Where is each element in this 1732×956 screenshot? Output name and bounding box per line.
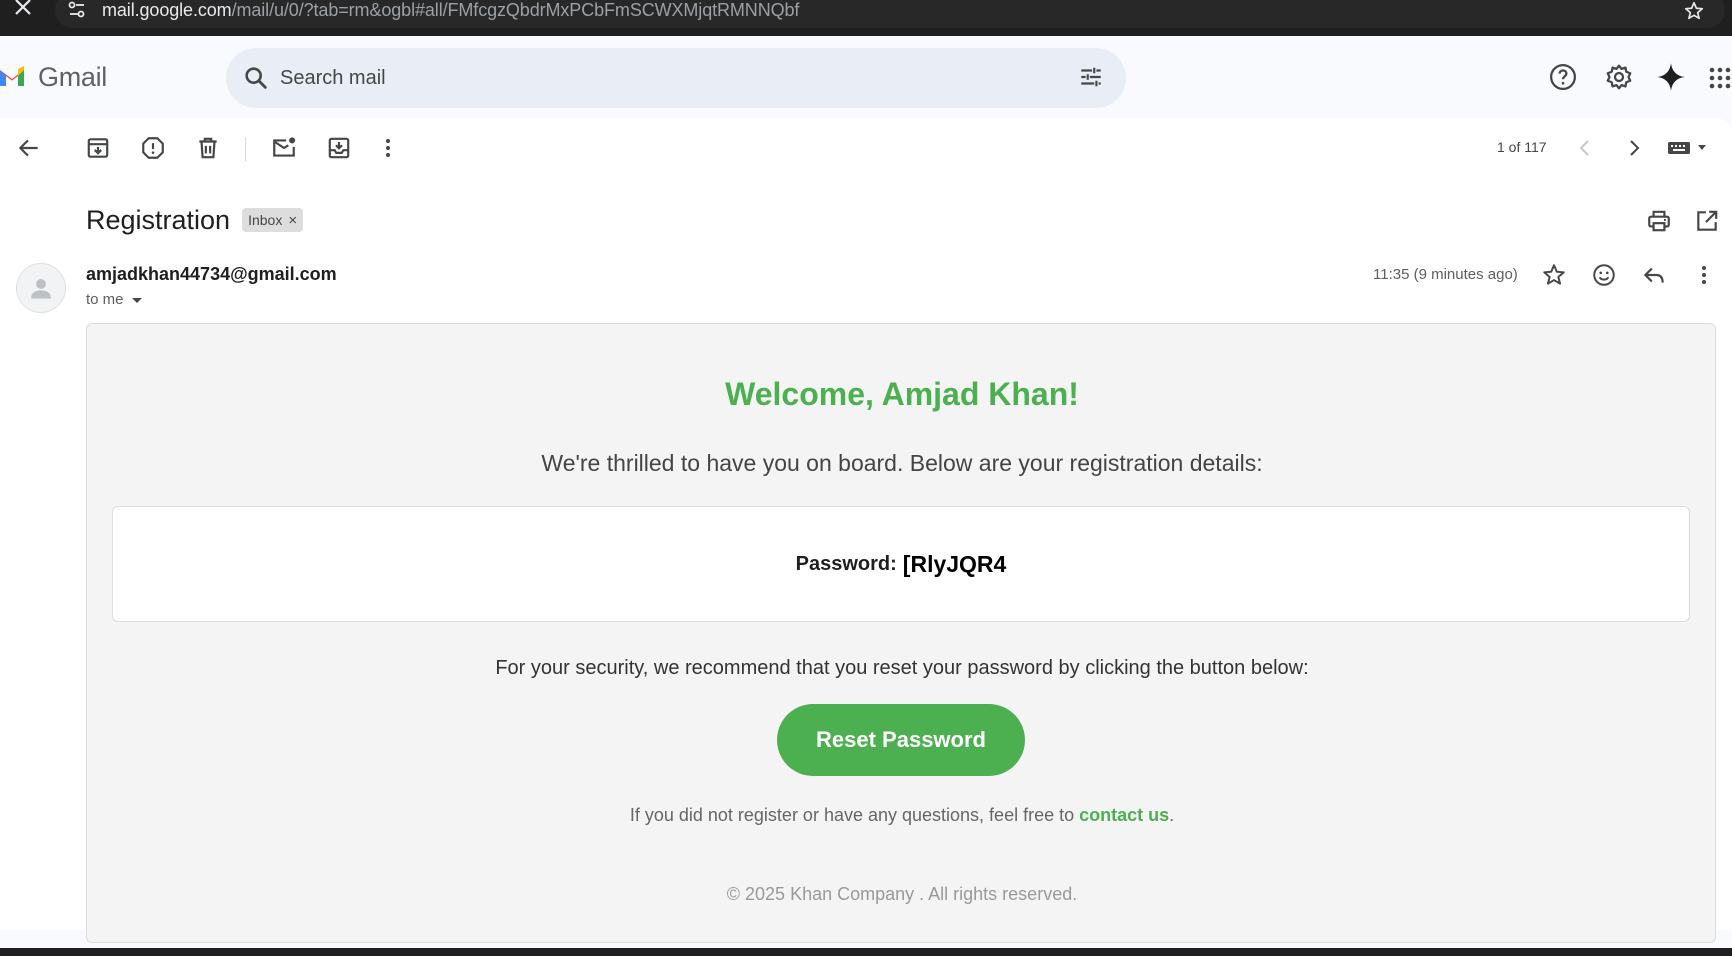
search-options-icon[interactable] bbox=[1078, 64, 1104, 90]
delete-icon[interactable] bbox=[195, 135, 221, 161]
email-body-card: Welcome, Amjad Khan! We're thrilled to h… bbox=[86, 323, 1716, 943]
contact-suffix: . bbox=[1169, 805, 1175, 825]
copyright-text: © 2025 Khan Company . All rights reserve… bbox=[726, 884, 1078, 904]
older-chevron-icon[interactable] bbox=[1622, 135, 1646, 161]
site-info-icon[interactable] bbox=[67, 0, 87, 20]
newer-chevron-icon[interactable] bbox=[1573, 135, 1597, 161]
person-icon bbox=[31, 279, 51, 299]
more-vert-icon[interactable] bbox=[376, 135, 400, 161]
print-icon[interactable] bbox=[1646, 208, 1672, 234]
email-subject: Registration bbox=[86, 204, 231, 235]
bookmark-star-icon[interactable] bbox=[1683, 0, 1705, 22]
sender-email[interactable]: amjadkhan44734@gmail.com bbox=[86, 264, 337, 285]
inbox-label-text: Inbox bbox=[248, 212, 283, 228]
message-pane: 1 of 117 Registration Inbox × amjadkhan4… bbox=[0, 118, 1732, 943]
url-host: mail.google.com bbox=[102, 0, 232, 20]
contact-prefix: If you did not register or have any ques… bbox=[629, 805, 1080, 825]
message-more-icon[interactable] bbox=[1692, 262, 1716, 288]
gmail-wordmark: Gmail bbox=[38, 61, 108, 92]
recipient-details[interactable]: to me bbox=[86, 291, 144, 308]
contact-us-link[interactable]: contact us bbox=[1079, 805, 1169, 825]
security-note: For your security, we recommend that you… bbox=[495, 657, 1309, 679]
gmail-m-icon bbox=[0, 66, 24, 88]
url-path: /mail/u/0/?tab=rm&ogbl#all/FMfcgzQbdrMxP… bbox=[231, 0, 800, 20]
search-icon[interactable] bbox=[242, 64, 270, 92]
message-timestamp: 11:35 (9 minutes ago) bbox=[1373, 266, 1518, 283]
password-label: Password: bbox=[795, 552, 897, 575]
move-to-icon[interactable] bbox=[326, 135, 352, 161]
search-bar[interactable] bbox=[226, 48, 1126, 108]
sender-avatar[interactable] bbox=[16, 263, 66, 313]
star-icon[interactable] bbox=[1541, 262, 1567, 288]
close-icon[interactable] bbox=[12, 0, 34, 20]
open-new-window-icon[interactable] bbox=[1694, 208, 1720, 234]
inbox-label-chip[interactable]: Inbox × bbox=[242, 208, 304, 232]
caret-down-icon[interactable] bbox=[130, 295, 144, 305]
gmail-logo[interactable]: Gmail bbox=[0, 62, 107, 92]
remove-label-button[interactable]: × bbox=[288, 212, 297, 229]
gmail-header: Gmail bbox=[0, 36, 1732, 118]
pagination-count: 1 of 117 bbox=[1497, 139, 1547, 155]
back-arrow-icon[interactable] bbox=[16, 135, 42, 161]
search-input[interactable] bbox=[280, 58, 1040, 98]
apps-grid-icon[interactable] bbox=[1708, 62, 1732, 92]
input-tools-icon[interactable] bbox=[1666, 135, 1710, 161]
browser-toolbar: mail.google.com/mail/u/0/?tab=rm&ogbl#al… bbox=[0, 0, 1732, 36]
intro-text: We're thrilled to have you on board. Bel… bbox=[541, 450, 1263, 476]
password-box: Password: [RlyJQR4 bbox=[112, 506, 1690, 622]
contact-line: If you did not register or have any ques… bbox=[87, 805, 1717, 826]
archive-icon[interactable] bbox=[85, 135, 111, 161]
url-text: mail.google.com/mail/u/0/?tab=rm&ogbl#al… bbox=[102, 0, 799, 21]
reply-icon[interactable] bbox=[1641, 262, 1667, 288]
subject-row: Registration Inbox × bbox=[86, 202, 304, 238]
address-bar[interactable]: mail.google.com/mail/u/0/?tab=rm&ogbl#al… bbox=[55, 0, 1725, 28]
reset-password-button[interactable]: Reset Password bbox=[777, 704, 1025, 776]
message-toolbar: 1 of 117 bbox=[0, 118, 1732, 178]
help-icon[interactable] bbox=[1548, 62, 1578, 92]
password-value: [RlyJQR4 bbox=[902, 550, 1007, 577]
report-spam-icon[interactable] bbox=[140, 135, 166, 161]
mark-unread-icon[interactable] bbox=[271, 135, 297, 161]
recipient-text: to me bbox=[86, 291, 124, 308]
settings-icon[interactable] bbox=[1604, 62, 1634, 92]
emoji-reaction-icon[interactable] bbox=[1591, 262, 1617, 288]
toolbar-divider bbox=[245, 137, 246, 161]
gemini-sparkle-icon[interactable] bbox=[1656, 62, 1686, 92]
welcome-heading: Welcome, Amjad Khan! bbox=[725, 376, 1079, 412]
taskbar-strip bbox=[0, 948, 1732, 956]
